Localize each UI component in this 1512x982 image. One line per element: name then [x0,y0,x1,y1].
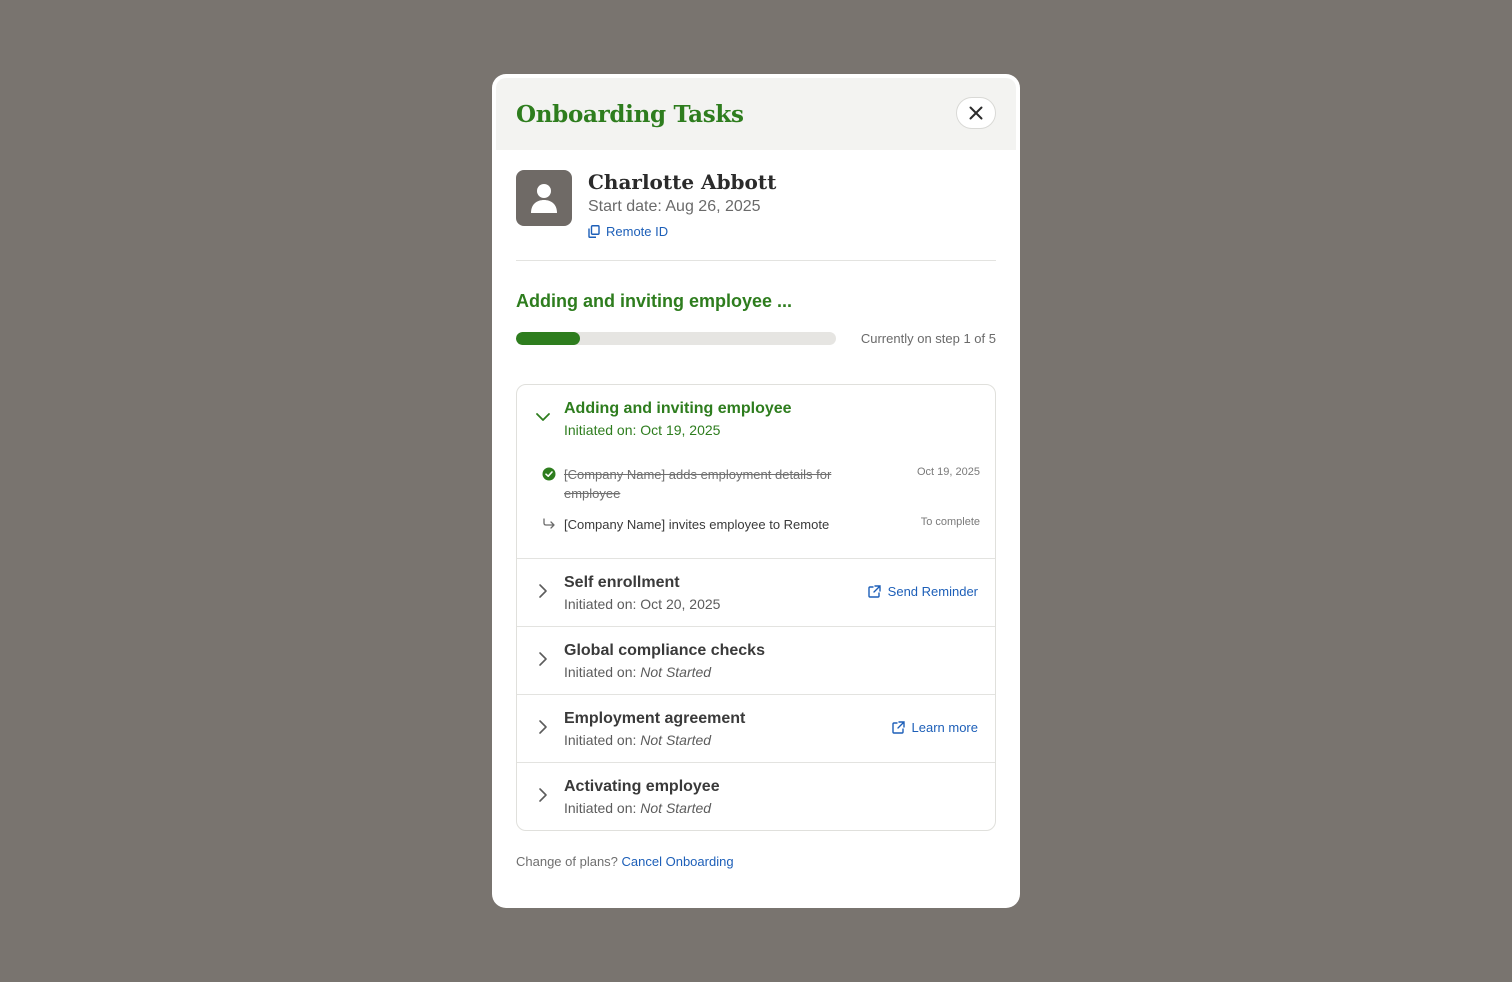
close-button[interactable] [956,97,996,129]
learn-more-label: Learn more [911,720,978,735]
step-title[interactable]: Employment agreement [564,710,745,728]
progress-bar-fill [516,332,580,345]
initiated-label: Initiated on: [564,664,641,680]
initiated-label: Initiated on: [564,732,641,748]
chevron-right-icon[interactable] [535,651,551,667]
send-reminder-label: Send Reminder [887,584,978,599]
step-self-enrollment: Self enrollment Initiated on: Oct 20, 20… [517,558,995,626]
initiated-value: Not Started [640,732,712,748]
step-title[interactable]: Adding and inviting employee [564,400,792,418]
initiated-value: Not Started [640,664,712,680]
step-activating-employee: Activating employee Initiated on: Not St… [517,762,995,830]
step-adding-inviting: Adding and inviting employee Initiated o… [517,385,995,558]
close-icon [969,106,983,120]
employee-profile: Charlotte Abbott Start date: Aug 26, 202… [516,170,996,260]
progress-bar [516,332,836,345]
onboarding-modal: Onboarding Tasks Charlotte Abbott Start … [492,74,1020,908]
initiated-value: Not Started [640,800,712,816]
initiated-label: Initiated on: [564,596,641,612]
progress-title: Adding and inviting employee ... [516,291,793,311]
learn-more-link[interactable]: Learn more [891,720,978,735]
step-initiated: Initiated on: Not Started [564,664,711,680]
start-date: Start date: Aug 26, 2025 [588,198,761,215]
avatar [516,170,572,226]
initiated-value: Oct 19, 2025 [640,422,721,438]
modal-title: Onboarding Tasks [516,101,744,128]
cancel-onboarding-link[interactable]: Cancel Onboarding [622,854,734,869]
chevron-right-icon[interactable] [535,787,551,803]
subtask-text: [Company Name] invites employee to Remot… [564,517,830,532]
step-employment-agreement: Employment agreement Initiated on: Not S… [517,694,995,762]
employee-name: Charlotte Abbott [588,170,777,194]
step-title[interactable]: Global compliance checks [564,642,765,660]
initiated-label: Initiated on: [564,422,641,438]
remote-id-label: Remote ID [606,224,669,239]
check-circle-icon [542,467,556,481]
arrow-return-icon [543,518,555,529]
steps-list: Adding and inviting employee Initiated o… [516,384,996,831]
progress-status: Currently on step 1 of 5 [860,331,996,346]
step-global-compliance: Global compliance checks Initiated on: N… [517,626,995,694]
footer-prompt: Change of plans? [516,854,622,869]
step-initiated: Initiated on: Not Started [564,732,711,748]
chevron-down-icon[interactable] [535,409,551,425]
modal-header: Onboarding Tasks [496,78,1016,150]
remote-id-link[interactable]: Remote ID [588,224,668,239]
send-reminder-button[interactable]: Send Reminder [867,584,978,599]
step-title[interactable]: Self enrollment [564,574,680,592]
copy-icon [588,225,600,238]
divider [516,260,996,261]
initiated-value: Oct 20, 2025 [640,596,721,612]
subtask-date: Oct 19, 2025 [917,466,980,478]
chevron-right-icon[interactable] [535,719,551,735]
chevron-right-icon[interactable] [535,583,551,599]
step-initiated: Initiated on: Oct 19, 2025 [564,422,720,438]
external-link-icon [867,585,881,598]
footer: Change of plans? Cancel Onboarding [516,854,734,869]
step-initiated: Initiated on: Not Started [564,800,711,816]
subtask-status: To complete [920,516,980,528]
step-initiated: Initiated on: Oct 20, 2025 [564,596,720,612]
subtask-text: [Company Name] adds employment details f… [564,467,832,501]
step-title[interactable]: Activating employee [564,778,720,796]
external-link-icon [891,721,905,734]
initiated-label: Initiated on: [564,800,641,816]
person-icon [531,184,557,213]
